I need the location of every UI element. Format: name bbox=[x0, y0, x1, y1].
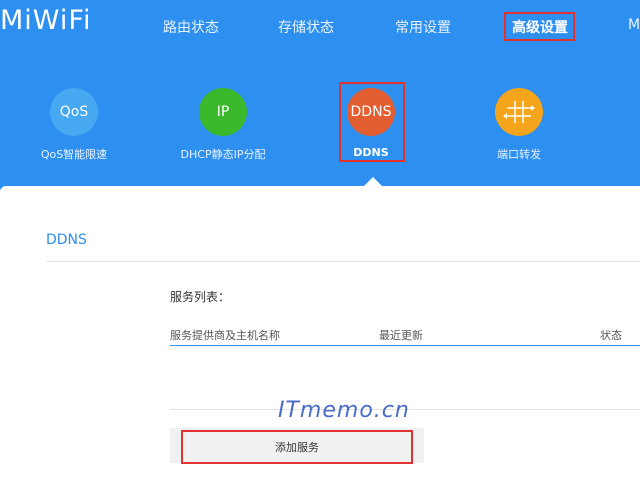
section-divider bbox=[46, 261, 640, 262]
feature-dhcp-static-ip[interactable]: IP DHCP静态IP分配 bbox=[163, 88, 283, 162]
add-service-button[interactable]: 添加服务 bbox=[181, 430, 413, 464]
port-forwarding-icon bbox=[495, 88, 543, 136]
nav-common-settings[interactable]: 常用设置 bbox=[395, 17, 451, 37]
table-header-divider bbox=[170, 345, 640, 346]
section-title: DDNS bbox=[46, 232, 87, 248]
feature-port-forwarding-label: 端口转发 bbox=[497, 148, 541, 161]
nav-storage-status[interactable]: 存储状态 bbox=[278, 17, 334, 37]
nav-more[interactable]: M bbox=[628, 17, 640, 33]
qos-icon: QoS bbox=[50, 88, 98, 136]
feature-qos[interactable]: QoS QoS智能限速 bbox=[14, 88, 134, 162]
service-list-title: 服务列表： bbox=[170, 290, 231, 304]
ip-icon: IP bbox=[199, 88, 247, 136]
column-header-last-update: 最近更新 bbox=[379, 329, 423, 342]
feature-dhcp-label: DHCP静态IP分配 bbox=[180, 148, 266, 161]
port-forwarding-icon-glyph bbox=[503, 101, 535, 123]
content-panel: DDNS 服务列表： 服务提供商及主机名称 最近更新 状态 ITmemo.cn … bbox=[0, 186, 640, 481]
miwifi-logo: MiWiFi bbox=[0, 5, 92, 36]
nav-router-status[interactable]: 路由状态 bbox=[163, 17, 219, 37]
top-header: MiWiFi 路由状态 存储状态 常用设置 高级设置 M QoS QoS智能限速… bbox=[0, 0, 640, 190]
column-header-provider: 服务提供商及主机名称 bbox=[170, 329, 280, 342]
feature-qos-label: QoS智能限速 bbox=[40, 148, 108, 161]
advanced-settings-highlight bbox=[504, 12, 575, 41]
feature-port-forwarding[interactable]: 端口转发 bbox=[459, 88, 579, 162]
column-header-status: 状态 bbox=[600, 329, 622, 342]
ddns-highlight bbox=[339, 82, 405, 162]
active-tab-pointer bbox=[364, 177, 382, 186]
watermark-text: ITmemo.cn bbox=[278, 398, 410, 423]
